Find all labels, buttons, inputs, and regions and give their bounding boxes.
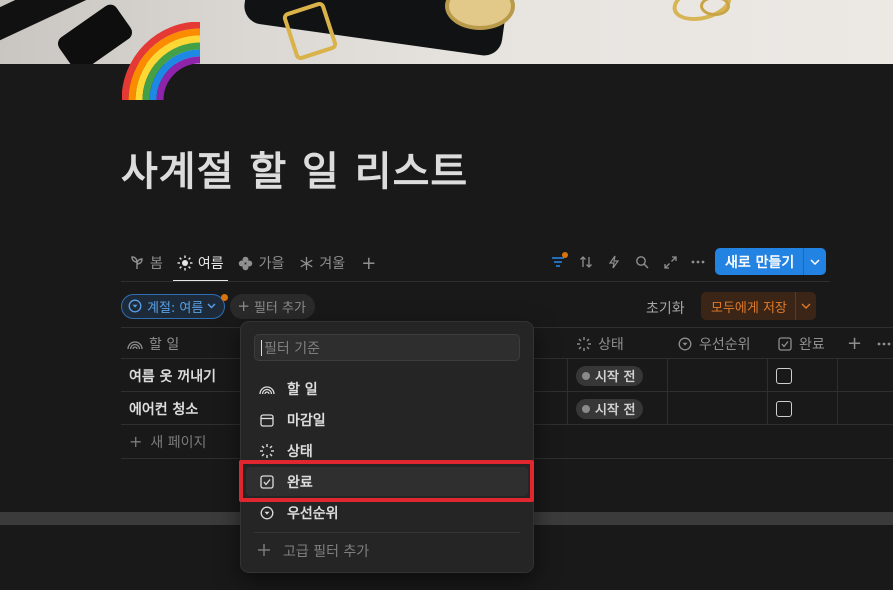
option-label: 마감일 [287, 412, 326, 429]
rainbow-icon[interactable] [122, 22, 200, 100]
column-label: 할 일 [149, 336, 180, 353]
advanced-filter-label: 고급 필터 추가 [283, 544, 370, 560]
add-filter-button[interactable]: + 필터 추가 [230, 293, 315, 319]
sprout-icon [129, 255, 145, 271]
sun-icon [177, 255, 193, 271]
status-icon [576, 336, 592, 352]
add-column-button[interactable]: + [847, 328, 862, 359]
lightning-icon[interactable] [602, 250, 626, 274]
column-header-status[interactable]: 상태 [576, 328, 624, 359]
filter-chip-season[interactable]: 계절: 여름 [121, 293, 229, 319]
filter-option-task[interactable]: 할 일 [246, 374, 528, 403]
rainbow-title-icon [127, 336, 143, 352]
chevron-down-icon[interactable] [804, 248, 826, 275]
tabs-divider [121, 281, 830, 282]
select-icon [259, 505, 275, 521]
save-for-everyone-button[interactable]: 모두에게 저장 [701, 292, 795, 320]
page-title[interactable]: 사계절 할 일 리스트 [121, 139, 468, 197]
plus-icon: + [237, 297, 250, 315]
filter-search-input[interactable]: 필터 기준 [254, 334, 520, 361]
select-icon [128, 299, 142, 313]
reset-button[interactable]: 초기화 [646, 298, 685, 318]
new-page-label: 새 페이지 [150, 434, 207, 451]
more-icon[interactable] [877, 328, 891, 359]
column-label: 상태 [598, 336, 624, 353]
column-header-priority[interactable]: 우선순위 [677, 328, 751, 359]
row-title[interactable]: 여름 옷 꺼내기 [129, 359, 216, 392]
column-label: 우선순위 [699, 336, 751, 353]
status-cell[interactable]: 시작 전 [576, 392, 644, 425]
chevron-down-icon[interactable] [796, 292, 816, 320]
add-advanced-filter-button[interactable]: 고급 필터 추가 [257, 540, 369, 562]
done-checkbox[interactable] [776, 359, 792, 392]
tab-autumn[interactable]: 가을 [230, 246, 291, 280]
calendar-icon [259, 412, 275, 428]
tab-label: 가을 [258, 256, 285, 272]
filter-bar: 계절: 여름 + 필터 추가 [121, 293, 315, 319]
done-checkbox[interactable] [776, 392, 792, 425]
new-button-group: 새로 만들기 [715, 248, 827, 275]
tab-spring[interactable]: 봄 [121, 246, 169, 280]
plus-icon: + [361, 252, 377, 274]
filter-search-placeholder: 필터 기준 [264, 340, 320, 357]
option-label: 우선순위 [287, 505, 339, 522]
column-header-done[interactable]: 완료 [777, 328, 825, 359]
filter-property-menu: 필터 기준 할 일 마감일 상태 완료 우선순위 [241, 322, 533, 572]
add-view-button[interactable]: + [351, 246, 382, 280]
row-title[interactable]: 에어컨 청소 [129, 392, 198, 425]
more-icon[interactable] [686, 250, 710, 274]
tab-summer[interactable]: 여름 [169, 246, 230, 282]
rainbow-title-icon [259, 381, 275, 397]
filter-option-priority[interactable]: 우선순위 [246, 498, 528, 527]
sort-icon[interactable] [574, 250, 598, 274]
new-button[interactable]: 새로 만들기 [715, 248, 803, 275]
filter-chip-label: 계절: 여름 [147, 300, 204, 316]
save-for-everyone-group: 모두에게 저장 [701, 292, 816, 320]
status-badge: 시작 전 [576, 365, 644, 386]
menu-divider [254, 532, 520, 533]
column-header-task[interactable]: 할 일 [127, 328, 179, 359]
tab-label: 봄 [150, 256, 163, 272]
tab-label: 겨울 [319, 256, 346, 272]
add-filter-label: 필터 추가 [253, 300, 306, 316]
expand-icon[interactable] [658, 250, 682, 274]
select-icon [677, 336, 693, 352]
clover-icon [238, 255, 254, 271]
plus-icon: + [847, 333, 863, 354]
search-icon[interactable] [630, 250, 654, 274]
plus-icon: + [129, 432, 143, 451]
chevron-down-icon [207, 303, 216, 309]
option-label: 할 일 [287, 381, 318, 398]
checkbox-icon [777, 336, 793, 352]
status-icon [259, 443, 275, 459]
tab-label: 여름 [197, 256, 224, 272]
status-label: 시작 전 [595, 403, 636, 418]
snowflake-icon [298, 255, 314, 271]
option-label: 상태 [287, 443, 313, 460]
column-label: 완료 [799, 336, 825, 353]
status-badge: 시작 전 [576, 398, 644, 419]
view-tabs: 봄 여름 가을 겨울 + [121, 246, 382, 282]
highlight-annotation [239, 460, 534, 502]
plus-icon [257, 543, 273, 559]
status-cell[interactable]: 시작 전 [576, 359, 644, 392]
tab-winter[interactable]: 겨울 [290, 246, 351, 280]
filter-icon[interactable] [546, 250, 570, 274]
view-toolbar [546, 249, 714, 275]
filter-option-due-date[interactable]: 마감일 [246, 405, 528, 434]
status-label: 시작 전 [595, 370, 636, 385]
